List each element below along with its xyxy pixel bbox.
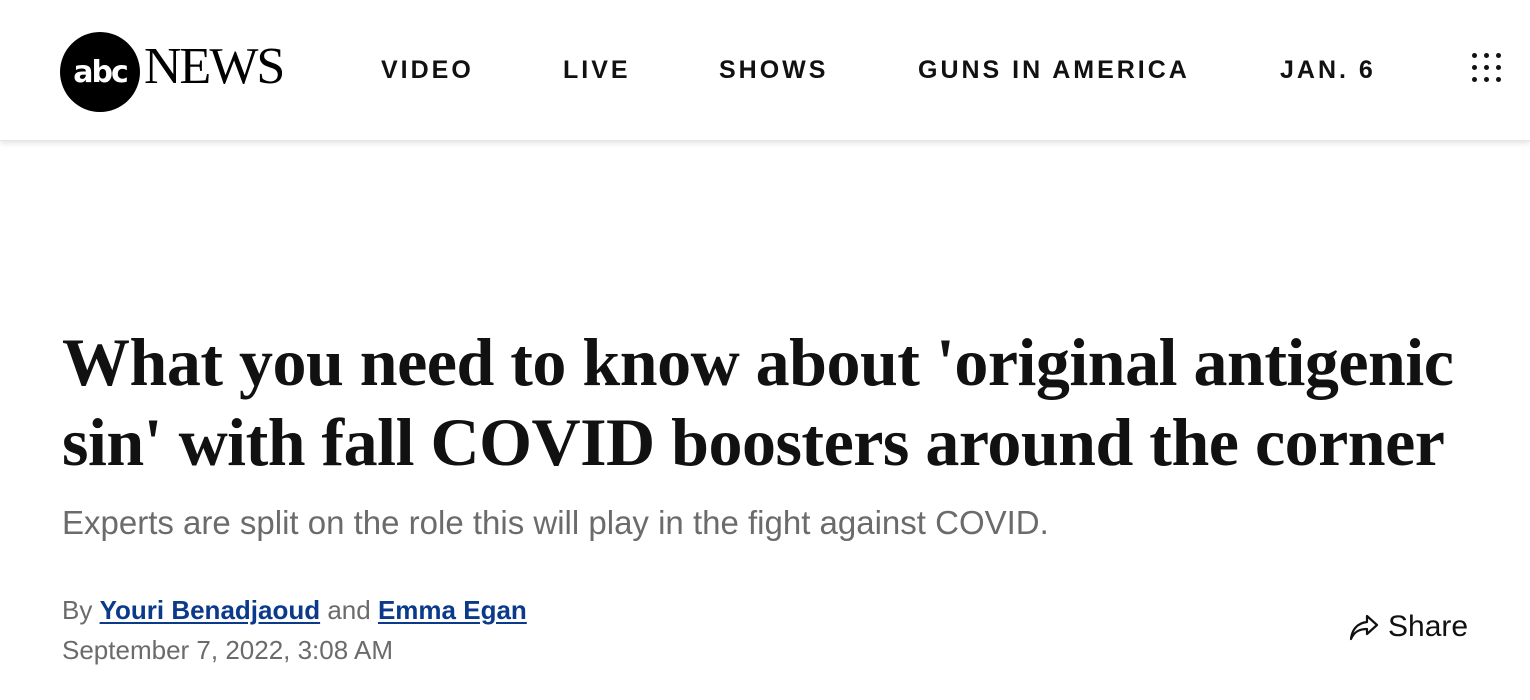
article-headline: What you need to know about 'original an… bbox=[62, 324, 1454, 480]
article-date: September 7, 2022, 3:08 AM bbox=[62, 635, 393, 665]
nav-item-live[interactable]: LIVE bbox=[563, 56, 631, 85]
byline: By Youri Benadjaoud and Emma Egan bbox=[62, 595, 527, 626]
abc-news-logo[interactable]: abc NEWS bbox=[60, 31, 285, 113]
author-link-emma-egan[interactable]: Emma Egan bbox=[378, 595, 527, 625]
byline-and-label: and bbox=[327, 595, 371, 625]
nav-item-shows[interactable]: SHOWS bbox=[719, 56, 828, 85]
byline-by-label: By bbox=[62, 595, 93, 625]
nav-item-video[interactable]: VIDEO bbox=[381, 56, 474, 85]
article-subheadline: Experts are split on the role this will … bbox=[62, 504, 1049, 541]
grid-dots-icon[interactable] bbox=[1470, 51, 1506, 87]
share-arrow-icon bbox=[1349, 614, 1379, 641]
news-wordmark: NEWS bbox=[144, 38, 285, 95]
share-button[interactable]: Share bbox=[1348, 610, 1468, 644]
nav-item-jan-6[interactable]: JAN. 6 bbox=[1280, 56, 1376, 85]
nav-item-guns-in-america[interactable]: GUNS IN AMERICA bbox=[918, 56, 1190, 85]
author-link-youri-benadjaoud[interactable]: Youri Benadjaoud bbox=[100, 595, 321, 625]
share-label: Share bbox=[1388, 610, 1469, 643]
site-header: abc NEWS VIDEO LIVE SHOWS GUNS IN AMERIC… bbox=[0, 0, 1530, 141]
abc-logo-circle: abc bbox=[60, 32, 140, 112]
